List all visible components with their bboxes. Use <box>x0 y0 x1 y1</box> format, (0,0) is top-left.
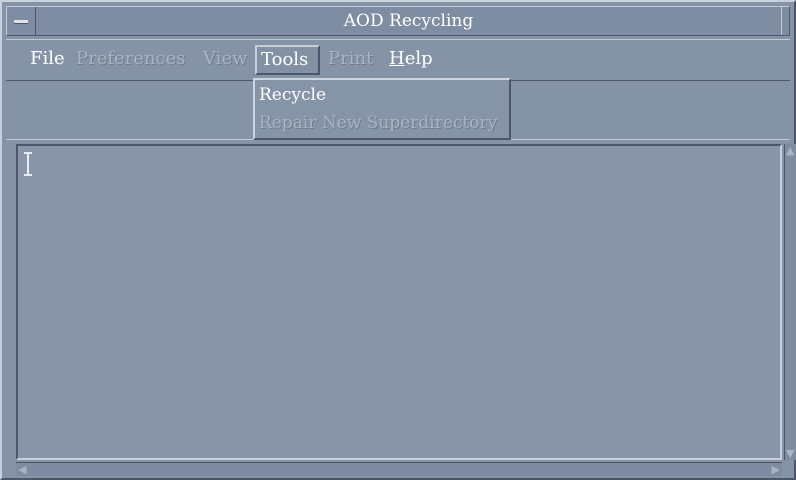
arrow-up-icon[interactable]: ▲ <box>786 145 794 156</box>
menu-item-repair-new-superdirectory[interactable]: Repair New Superdirectory <box>259 110 497 136</box>
window-maximize-button[interactable] <box>781 7 789 35</box>
window-menu-button[interactable] <box>7 7 36 35</box>
menu-file[interactable]: File <box>26 45 69 75</box>
menu-preferences[interactable]: Preferences <box>72 45 190 75</box>
menu-bar: File Preferences View Tools Print Help <box>6 39 790 81</box>
window-title: AOD Recycling <box>343 11 474 31</box>
tools-dropdown-menu: Recycle Repair New Superdirectory <box>253 78 511 140</box>
menu-tools[interactable]: Tools <box>255 45 320 75</box>
i-beam-cursor-icon <box>24 152 32 176</box>
menu-help-rest: elp <box>404 48 433 69</box>
arrow-right-icon[interactable]: ▶ <box>772 464 780 475</box>
menu-help-mnemonic: H <box>389 48 405 69</box>
arrow-left-icon[interactable]: ◀ <box>18 464 26 475</box>
vertical-scrollbar[interactable]: ▲ ▼ <box>784 144 796 460</box>
menu-item-recycle[interactable]: Recycle <box>259 82 326 108</box>
horizontal-scrollbar[interactable]: ◀ ▶ <box>16 462 782 476</box>
title-bar[interactable]: AOD Recycling <box>6 6 790 36</box>
menu-help[interactable]: Help <box>385 45 437 75</box>
window-menu-icon <box>14 20 28 24</box>
menu-view[interactable]: View <box>199 45 252 75</box>
log-text-area[interactable] <box>16 144 782 460</box>
menu-print[interactable]: Print <box>324 45 377 75</box>
app-window: AOD Recycling File Preferences View Tool… <box>0 0 796 480</box>
arrow-down-icon[interactable]: ▼ <box>786 448 794 459</box>
